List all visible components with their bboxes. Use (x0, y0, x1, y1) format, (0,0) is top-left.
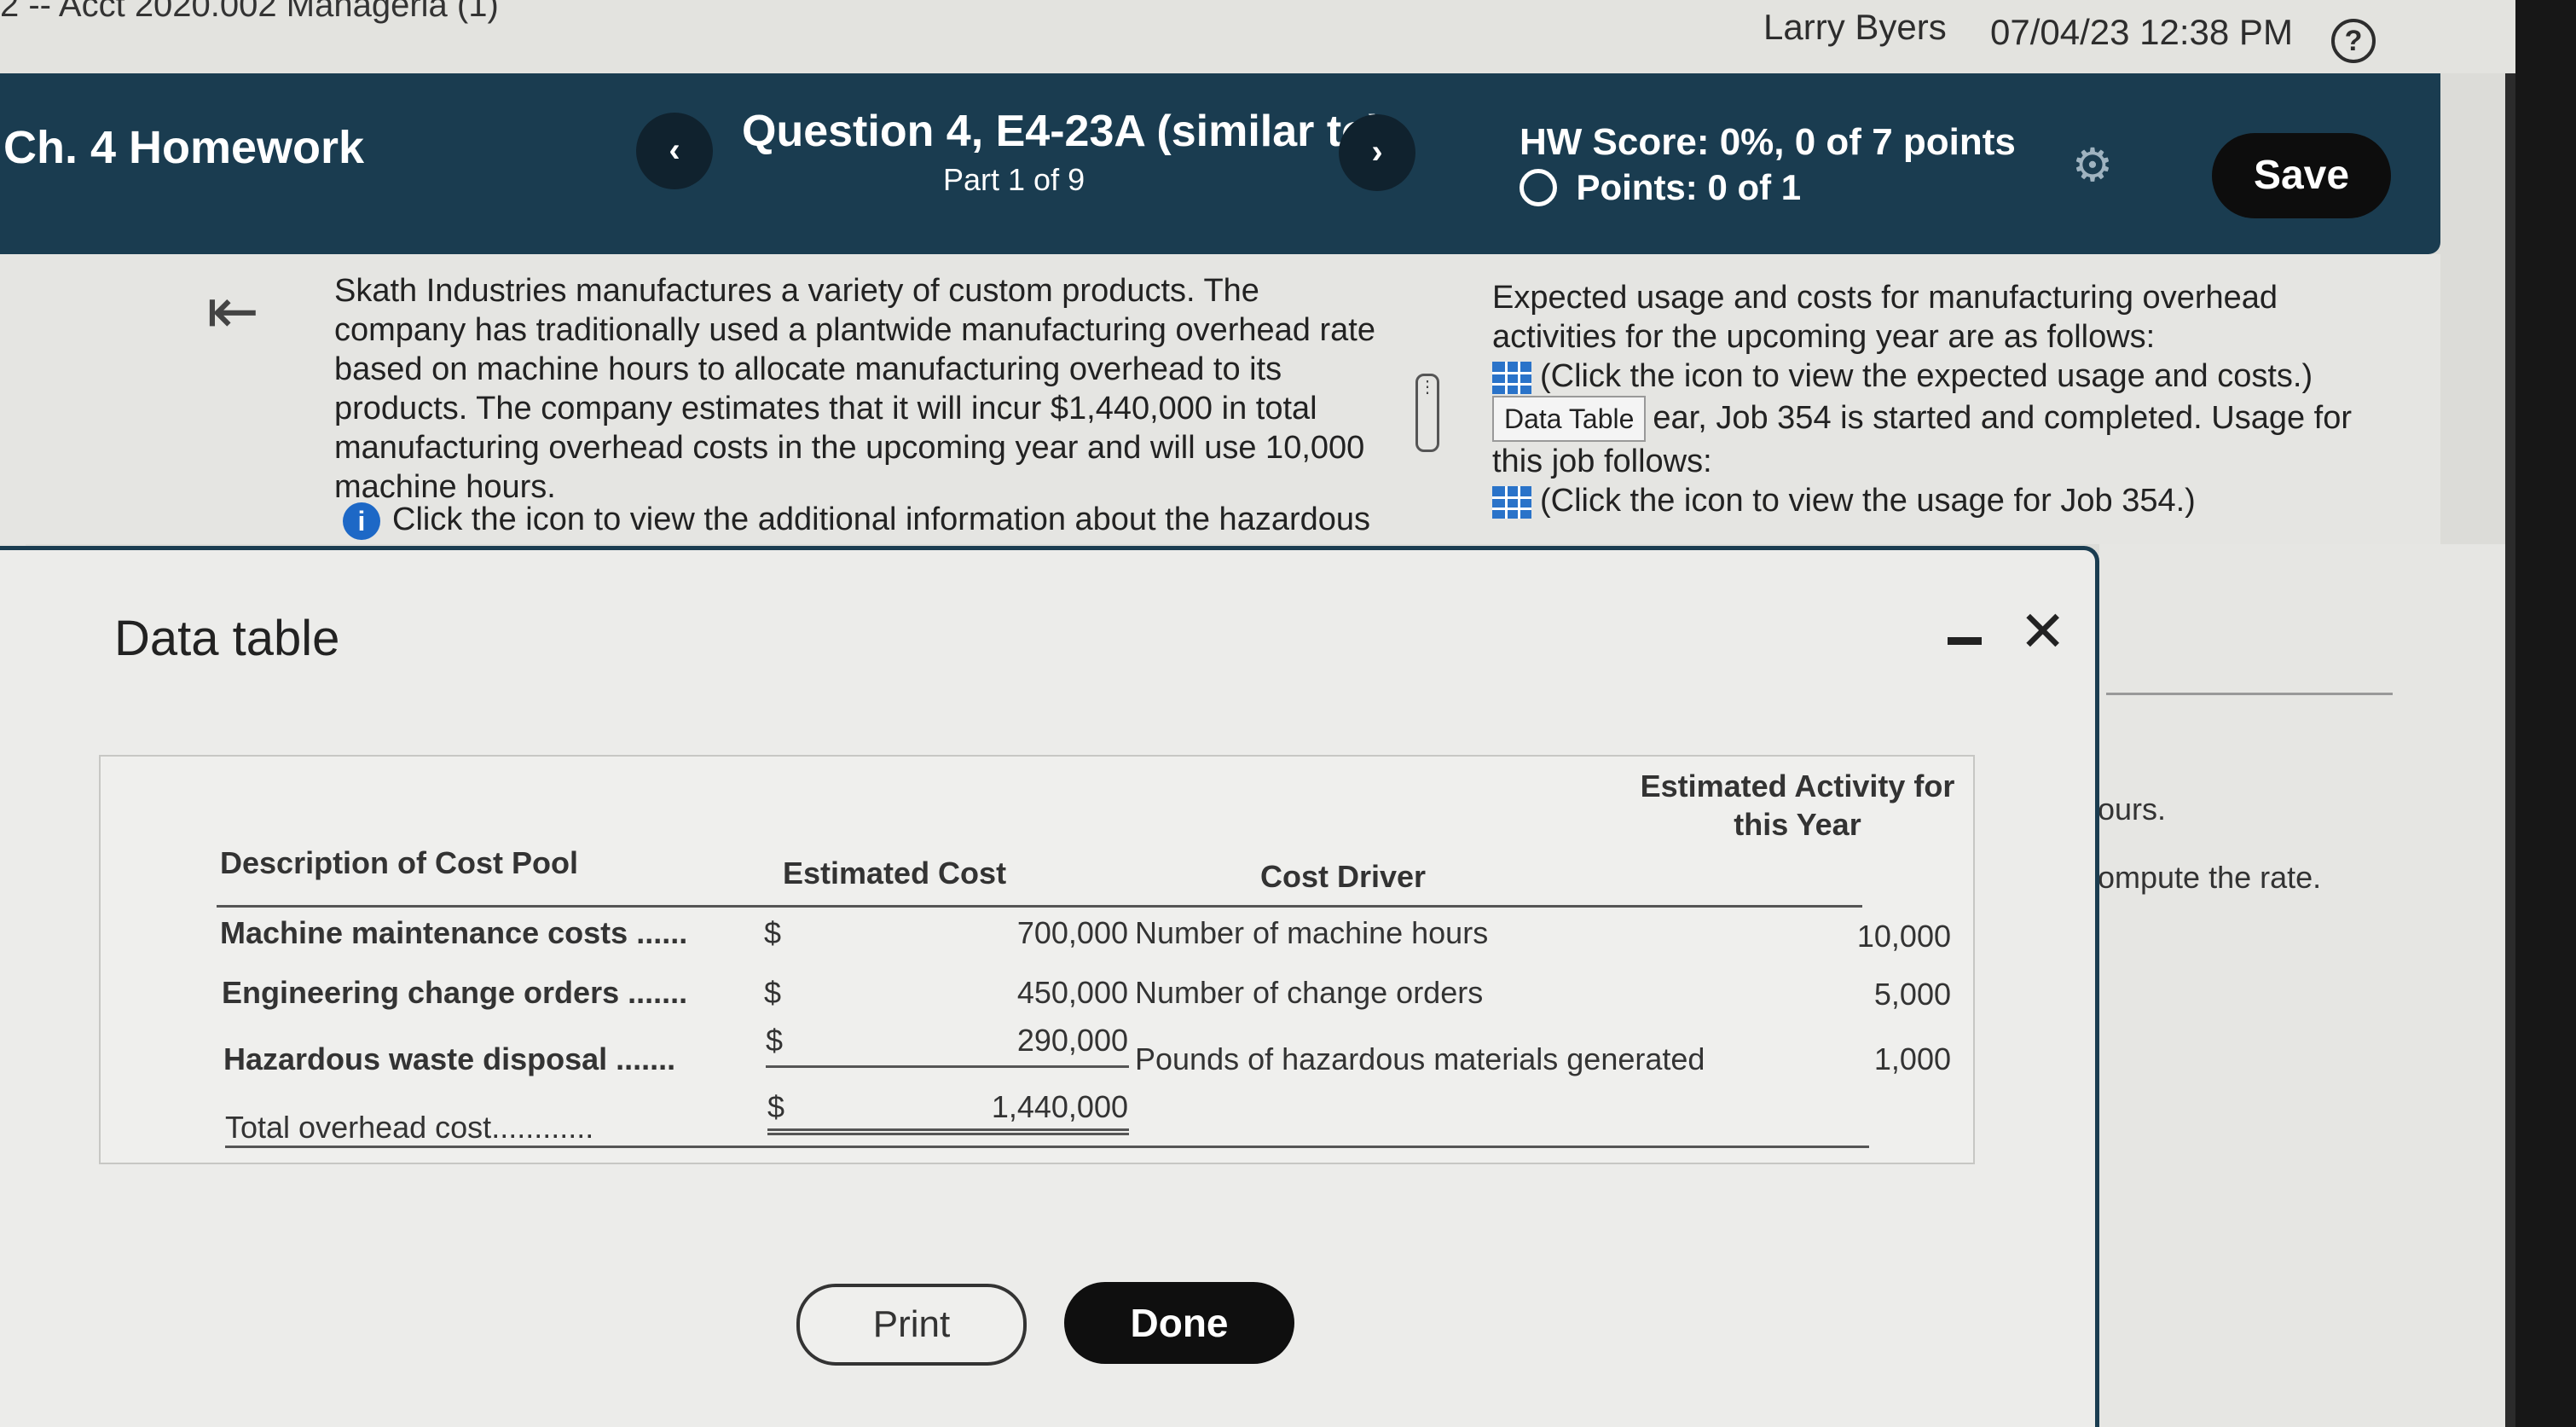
row-cost: 290,000 (1016, 1023, 1128, 1058)
row-driver: Number of machine hours (1135, 915, 1489, 950)
save-button[interactable]: Save (2212, 133, 2391, 218)
homework-title: Ch. 4 Homework (3, 122, 365, 173)
row-currency: $ (766, 1023, 784, 1058)
pane-divider-handle[interactable]: ⋮ (1415, 374, 1439, 452)
data-table-modal: Data table ✕ Description of Cost Pool Es… (0, 546, 2099, 1427)
minimize-icon[interactable] (1948, 637, 1982, 645)
page-background-right (2099, 544, 2505, 1427)
question-content: ⇤ Skath Industries manufactures a variet… (0, 254, 2440, 544)
row-activity: 10,000 (1856, 919, 1951, 954)
total-description: Total overhead cost (225, 1110, 492, 1145)
data-table-tooltip: Data Table (1492, 396, 1647, 442)
page: 2 -- Acct 2020.002 Manageria (1) Larry B… (0, 0, 2576, 1427)
total-double-rule (767, 1128, 1129, 1135)
row-currency: $ (764, 915, 782, 950)
points-status-icon (1520, 169, 1557, 206)
info-icon[interactable]: i (343, 502, 380, 540)
leader-dots: ............ (491, 1110, 594, 1145)
total-currency: $ (767, 1089, 785, 1124)
row-cost: 700,000 (1016, 915, 1128, 950)
hidden-text-fragment: ompute the rate. (2098, 860, 2322, 895)
column-header-activity: Estimated Activity for this Year (1640, 769, 1955, 842)
column-header-cost: Estimated Cost (783, 856, 1007, 890)
course-title[interactable]: 2 -- Acct 2020.002 Manageria (1) (0, 0, 499, 25)
row-description: Machine maintenance costs (220, 915, 628, 950)
total-cost: 1,440,000 (991, 1089, 1128, 1124)
row-cost: 450,000 (1016, 975, 1128, 1010)
column-header-driver: Cost Driver (1260, 859, 1427, 894)
leader-dots: ....... (628, 975, 688, 1010)
hw-score: HW Score: 0%, 0 of 7 points (1520, 121, 2016, 163)
table-bottom-rule (225, 1146, 1869, 1148)
table-icon[interactable] (1492, 485, 1531, 519)
row-activity: 1,000 (1873, 1041, 1951, 1076)
question-right-text: Expected usage and costs for manufacturi… (1492, 278, 2396, 520)
question-title: Question 4, E4-23A (similar to) (742, 107, 1384, 156)
modal-title: Data table (114, 611, 340, 666)
previous-question-button[interactable]: ‹ (636, 113, 713, 189)
row-currency: $ (764, 975, 782, 1010)
job-line: Data Table ear, Job 354 is started and co… (1492, 396, 2396, 481)
question-circle-icon[interactable]: ? (2331, 19, 2376, 63)
close-icon[interactable]: ✕ (2019, 603, 2066, 659)
usage-link-text: (Click the icon to view the expected usa… (1540, 358, 2313, 394)
table-row: Engineering change orders ....... (222, 975, 687, 1011)
leader-dots: ....... (616, 1041, 676, 1076)
info-link[interactable]: i Click the icon to view the additional i… (343, 502, 1370, 540)
print-button[interactable]: Print (796, 1284, 1027, 1366)
homework-header: Ch. 4 Homework ‹ Question 4, E4-23A (sim… (0, 73, 2440, 254)
done-button[interactable]: Done (1064, 1282, 1294, 1364)
question-part: Part 1 of 9 (943, 162, 1085, 197)
next-question-button[interactable]: › (1339, 114, 1415, 191)
row-description: Engineering change orders (222, 975, 620, 1010)
row-description: Hazardous waste disposal (223, 1041, 608, 1076)
points-label: Points: 0 of 1 (1576, 167, 1802, 207)
gear-icon[interactable]: ⚙ (2069, 142, 2116, 189)
system-bar: 2 -- Acct 2020.002 Manageria (1) Larry B… (0, 0, 2515, 73)
info-link-text: Click the icon to view the additional in… (392, 502, 1371, 537)
subtotal-rule (766, 1065, 1129, 1068)
row-activity: 5,000 (1873, 977, 1951, 1012)
answer-divider (2106, 693, 2393, 695)
row-driver: Pounds of hazardous materials generated (1135, 1041, 1705, 1076)
datetime: 07/04/23 12:38 PM (1990, 12, 2293, 52)
table-icon[interactable] (1492, 361, 1531, 394)
job-link-text: (Click the icon to view the usage for Jo… (1540, 483, 2196, 519)
question-text: Skath Industries manufactures a variety … (334, 273, 1375, 505)
total-row: Total overhead cost............ (225, 1110, 593, 1146)
table-row: Hazardous waste disposal ....... (223, 1041, 675, 1077)
usage-link[interactable]: (Click the icon to view the expected usa… (1492, 357, 2396, 396)
data-table: Description of Cost Pool Estimated Cost … (99, 755, 1975, 1164)
row-driver: Number of change orders (1135, 975, 1484, 1010)
column-header-description: Description of Cost Pool (220, 845, 579, 880)
points-status: Points: 0 of 1 (1520, 167, 1801, 208)
user-name: Larry Byers (1763, 7, 1947, 47)
table-row: Machine maintenance costs ...... (220, 915, 687, 951)
job-link[interactable]: (Click the icon to view the usage for Jo… (1492, 481, 2396, 520)
header-rule (217, 905, 1862, 908)
monitor-bezel (2515, 0, 2576, 1427)
collapse-left-icon[interactable]: ⇤ (206, 280, 259, 343)
hidden-text-fragment: ours. (2098, 792, 2167, 827)
leader-dots: ...... (636, 915, 688, 950)
usage-intro: Expected usage and costs for manufacturi… (1492, 280, 2278, 355)
